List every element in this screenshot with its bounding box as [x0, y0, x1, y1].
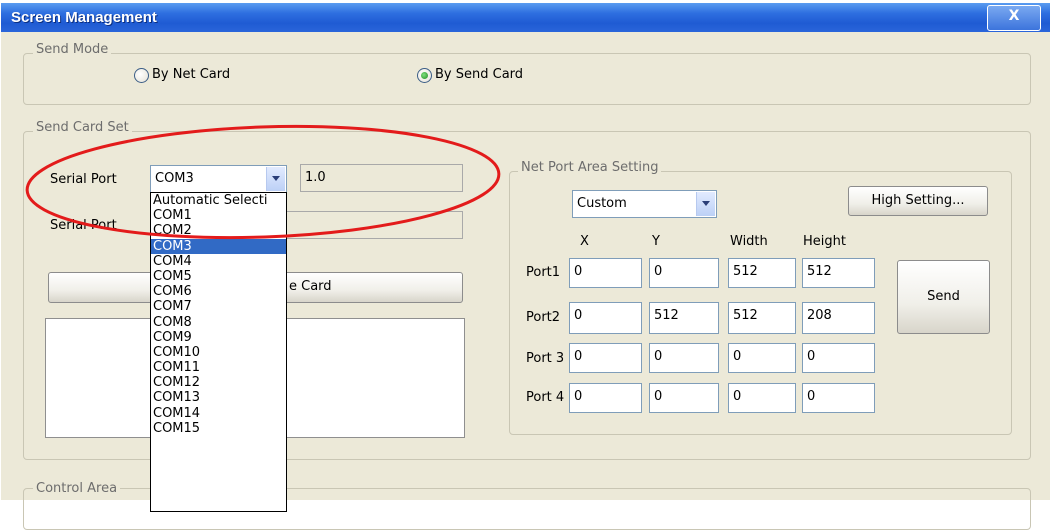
port1-y-input[interactable]: 0 [649, 258, 719, 288]
dropdown-option[interactable]: COM8 [151, 315, 286, 330]
radio-by-send-card[interactable] [417, 68, 432, 83]
column-x-header: X [580, 234, 589, 249]
serial-port-version-field: 1.0 [300, 164, 463, 192]
radio-by-send-card-label[interactable]: By Send Card [435, 67, 523, 82]
dropdown-option[interactable]: COM2 [151, 223, 286, 238]
send-mode-label: Send Mode [33, 42, 112, 57]
port2-width-input[interactable]: 512 [728, 302, 796, 334]
send-card-set-label: Send Card Set [33, 120, 132, 135]
chevron-down-icon [702, 201, 710, 206]
serial-port-combo[interactable]: COM3 [150, 165, 287, 193]
port4-height-input[interactable]: 0 [802, 383, 875, 413]
dropdown-option[interactable]: COM4 [151, 254, 286, 269]
dropdown-option[interactable]: COM12 [151, 375, 286, 390]
port3-height-input[interactable]: 0 [802, 343, 875, 373]
dropdown-option[interactable]: COM5 [151, 269, 286, 284]
serial-port-dropdown-list[interactable]: Automatic Selecti COM1 COM2 COM3 COM4 COM5 COM… [150, 192, 287, 512]
window-title: Screen Management [11, 9, 157, 26]
high-setting-button[interactable]: High Setting... [848, 186, 988, 216]
dropdown-option[interactable]: COM3 [151, 238, 286, 254]
serial-port-dropdown-button[interactable] [266, 167, 285, 191]
column-width-header: Width [730, 234, 768, 249]
serial-port-value: COM3 [155, 171, 194, 186]
close-button[interactable]: X [987, 5, 1041, 31]
send-button[interactable]: Send [897, 260, 990, 334]
net-port-area-label: Net Port Area Setting [518, 160, 662, 175]
port2-height-input[interactable]: 208 [802, 302, 875, 334]
port4-width-input[interactable]: 0 [728, 383, 796, 413]
port3-x-input[interactable]: 0 [569, 343, 642, 373]
dropdown-option[interactable]: COM1 [151, 208, 286, 223]
port3-y-input[interactable]: 0 [649, 343, 719, 373]
column-height-header: Height [803, 234, 846, 249]
port4-y-input[interactable]: 0 [649, 383, 719, 413]
dropdown-option[interactable]: COM10 [151, 345, 286, 360]
area-mode-value: Custom [577, 196, 627, 211]
port4-x-input[interactable]: 0 [569, 383, 642, 413]
port2-y-input[interactable]: 512 [649, 302, 719, 334]
port3-width-input[interactable]: 0 [728, 343, 796, 373]
dropdown-option[interactable]: COM15 [151, 421, 286, 436]
column-y-header: Y [652, 234, 660, 249]
dropdown-option[interactable]: COM11 [151, 360, 286, 375]
dropdown-option[interactable]: Automatic Selecti [151, 193, 286, 208]
radio-by-net-card-label[interactable]: By Net Card [152, 67, 230, 82]
port1-label: Port1 [526, 265, 561, 280]
serial-port-label-2: Serial Port [50, 218, 117, 233]
send-card-button-label: e Card [289, 279, 332, 294]
port2-label: Port2 [526, 310, 561, 325]
serial-port-label: Serial Port [50, 172, 117, 187]
serial-port-field-2 [282, 211, 463, 239]
port1-x-input[interactable]: 0 [569, 258, 642, 288]
dropdown-option[interactable]: COM7 [151, 299, 286, 314]
dropdown-option[interactable]: COM13 [151, 390, 286, 405]
port2-x-input[interactable]: 0 [569, 302, 642, 334]
port3-label: Port 3 [526, 351, 565, 366]
area-mode-combo[interactable]: Custom [572, 190, 717, 218]
port1-width-input[interactable]: 512 [728, 258, 796, 288]
dropdown-option[interactable]: COM9 [151, 330, 286, 345]
dropdown-option[interactable]: COM14 [151, 406, 286, 421]
port4-label: Port 4 [526, 390, 565, 405]
radio-by-net-card[interactable] [134, 68, 149, 83]
title-bar: Screen Management X [1, 3, 1050, 32]
chevron-down-icon [272, 176, 280, 181]
dropdown-option[interactable]: COM6 [151, 284, 286, 299]
control-area-label: Control Area [33, 481, 121, 496]
area-mode-dropdown-button[interactable] [696, 192, 715, 216]
port1-height-input[interactable]: 512 [802, 258, 875, 288]
